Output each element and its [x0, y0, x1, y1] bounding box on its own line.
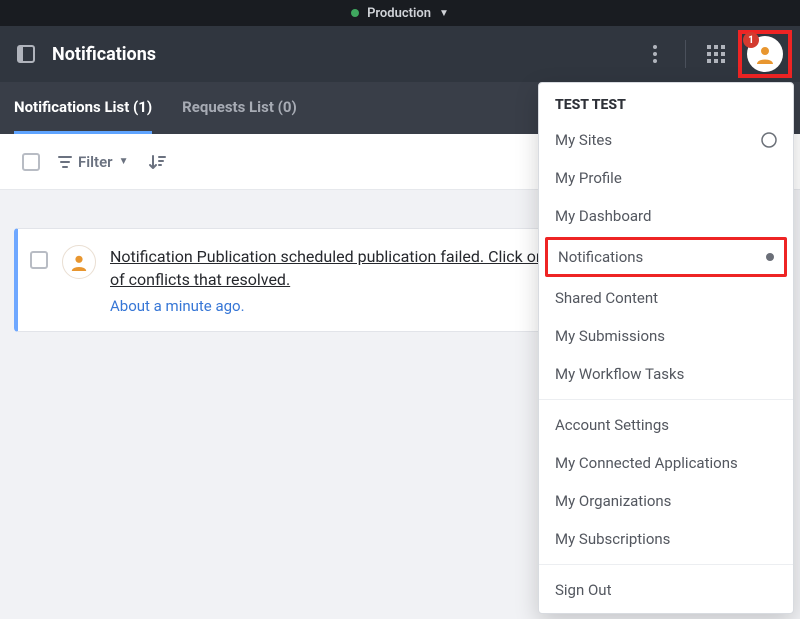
chevron-down-icon: ▼ — [119, 156, 129, 167]
user-menu: TEST TEST My Sites My Profile My Dashboa… — [538, 82, 794, 614]
apps-grid-icon — [707, 45, 725, 63]
tab-label: Notifications List (1) — [14, 98, 152, 116]
sort-icon — [148, 153, 166, 171]
menu-item-label: My Profile — [555, 169, 622, 187]
item-avatar — [62, 245, 96, 279]
menu-account-settings[interactable]: Account Settings — [539, 406, 793, 444]
user-icon — [70, 253, 88, 271]
menu-item-label: Shared Content — [555, 289, 658, 307]
tab-notifications-list[interactable]: Notifications List (1) — [14, 82, 152, 134]
menu-sign-out[interactable]: Sign Out — [539, 571, 793, 609]
user-icon — [755, 44, 775, 64]
chevron-down-icon: ▼ — [439, 8, 449, 19]
filter-button[interactable]: Filter ▼ — [58, 153, 128, 171]
status-dot-icon — [351, 9, 359, 17]
kebab-icon — [653, 45, 657, 63]
separator — [685, 40, 686, 68]
menu-my-submissions[interactable]: My Submissions — [539, 317, 793, 355]
menu-item-label: Account Settings — [555, 416, 669, 434]
page-title: Notifications — [52, 44, 156, 65]
compass-icon — [761, 132, 777, 148]
menu-my-subscriptions[interactable]: My Subscriptions — [539, 520, 793, 558]
unread-dot-icon — [766, 253, 774, 261]
tab-label: Requests List (0) — [182, 98, 297, 116]
menu-item-label: My Dashboard — [555, 207, 651, 225]
menu-item-label: Sign Out — [555, 581, 611, 599]
menu-my-sites[interactable]: My Sites — [539, 121, 793, 159]
page-header: Notifications 1 — [0, 26, 800, 82]
menu-shared-content[interactable]: Shared Content — [539, 279, 793, 317]
item-checkbox[interactable] — [30, 251, 48, 269]
tab-requests-list[interactable]: Requests List (0) — [182, 82, 297, 134]
menu-connected-applications[interactable]: My Connected Applications — [539, 444, 793, 482]
menu-item-label: My Sites — [555, 131, 612, 149]
apps-grid-button[interactable] — [704, 42, 728, 66]
panel-toggle-button[interactable] — [14, 42, 38, 66]
menu-separator — [539, 399, 793, 400]
select-all-checkbox[interactable] — [22, 153, 40, 171]
environment-bar[interactable]: Production ▼ — [0, 0, 800, 26]
filter-icon — [58, 155, 72, 169]
menu-my-organizations[interactable]: My Organizations — [539, 482, 793, 520]
panel-icon — [17, 45, 35, 63]
user-menu-username: TEST TEST — [539, 83, 793, 121]
notification-badge: 1 — [743, 32, 759, 48]
user-avatar-button[interactable]: 1 — [747, 36, 783, 72]
menu-notifications[interactable]: Notifications — [545, 237, 787, 277]
environment-label: Production — [367, 6, 431, 21]
menu-my-dashboard[interactable]: My Dashboard — [539, 197, 793, 235]
menu-item-label: My Connected Applications — [555, 454, 738, 472]
menu-item-label: My Submissions — [555, 327, 665, 345]
sort-button[interactable] — [146, 151, 168, 173]
menu-my-workflow-tasks[interactable]: My Workflow Tasks — [539, 355, 793, 393]
menu-item-label: My Organizations — [555, 492, 671, 510]
menu-separator — [539, 564, 793, 565]
menu-my-profile[interactable]: My Profile — [539, 159, 793, 197]
filter-label: Filter — [78, 153, 113, 171]
kebab-menu-button[interactable] — [643, 42, 667, 66]
menu-item-label: Notifications — [558, 248, 643, 266]
avatar-highlight: 1 — [738, 30, 792, 78]
menu-item-label: My Subscriptions — [555, 530, 670, 548]
menu-item-label: My Workflow Tasks — [555, 365, 684, 383]
